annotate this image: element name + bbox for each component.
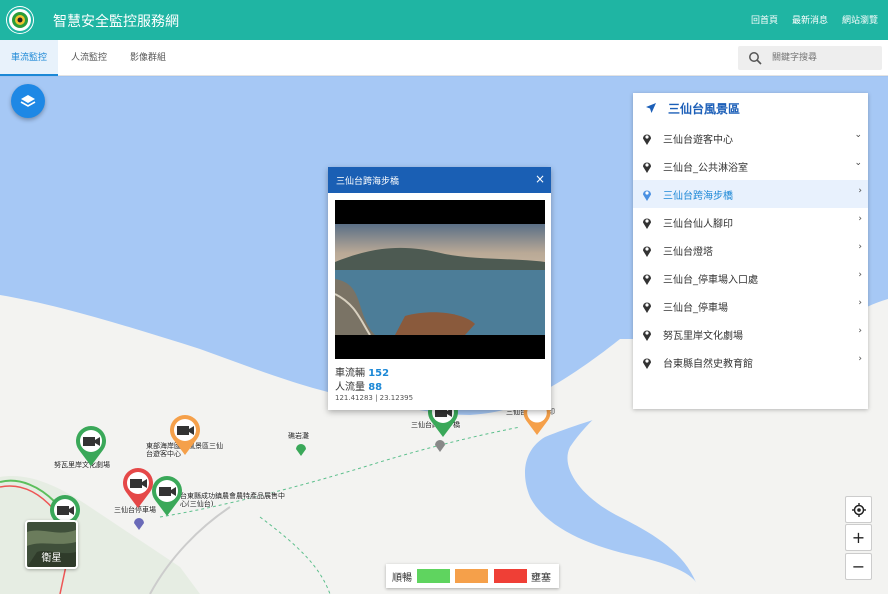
panel-list-item[interactable]: 三仙台_停車場 › (633, 292, 868, 320)
map-label-shi: 礁岩灘 (288, 432, 309, 440)
poi-pin-icon[interactable] (295, 442, 307, 456)
sitemap-link[interactable]: 網站瀏覽 (842, 13, 878, 26)
panel-list-item[interactable]: 三仙台跨海步橋 › (633, 180, 868, 208)
panel-list-item[interactable]: 三仙台遊客中心 ⌄ (633, 124, 868, 152)
vehicle-count: 車流輛 152 (335, 364, 389, 379)
search-box (738, 46, 882, 70)
locate-icon (851, 503, 866, 517)
popup-title: 三仙台跨海步橋 (336, 177, 400, 187)
people-count-value: 88 (368, 382, 383, 393)
chevron-icon[interactable]: › (858, 326, 862, 336)
legend-orange-swatch (455, 569, 488, 583)
location-panel: 三仙台風景區 三仙台遊客中心 ⌄ 三仙台_公共淋浴室 ⌄ 三仙台跨海步橋 › 三仙台仙人腳印… (633, 93, 868, 409)
search-input[interactable] (772, 49, 876, 67)
layers-button[interactable] (11, 84, 45, 118)
panel-item-label: 三仙台燈塔 (663, 247, 713, 258)
top-nav: 回首頁 最新消息 網站瀏覽 (751, 13, 878, 26)
locate-button[interactable] (845, 496, 872, 523)
camera-video[interactable] (335, 200, 545, 359)
panel-list-item[interactable]: 三仙台_停車場入口處 › (633, 264, 868, 292)
panel-item-label: 三仙台跨海步橋 (663, 191, 733, 202)
panel-list-item[interactable]: 三仙台仙人腳印 › (633, 208, 868, 236)
panel-item-label: 三仙台遊客中心 (663, 135, 733, 146)
panel-item-label: 三仙台_公共淋浴室 (663, 163, 748, 174)
zoom-in-button[interactable]: + (845, 524, 872, 551)
map-pin-icon (643, 218, 651, 229)
chevron-icon[interactable]: › (858, 354, 862, 364)
popup-header: 三仙台跨海步橋 × (328, 167, 551, 193)
map-label-nature: 台東縣成功鎮農會農特產品展售中心(三仙台) (180, 492, 285, 508)
news-link[interactable]: 最新消息 (792, 13, 828, 26)
panel-item-label: 努瓦里岸文化劇場 (663, 331, 743, 342)
chevron-icon[interactable]: › (858, 186, 862, 196)
app-logo[interactable] (6, 6, 34, 34)
legend-red-swatch (494, 569, 527, 583)
camera-marker-theatre[interactable] (72, 426, 110, 468)
camera-marker-visitor-center[interactable] (166, 415, 204, 457)
close-icon[interactable]: × (535, 172, 545, 186)
search-icon[interactable] (748, 51, 762, 65)
chevron-icon[interactable]: › (858, 214, 862, 224)
panel-list-item[interactable]: 台東縣自然史教育館 › (633, 348, 868, 376)
app-header: 智慧安全監控服務網 回首頁 最新消息 網站瀏覽 (0, 0, 888, 40)
app-title: 智慧安全監控服務網 (53, 14, 179, 30)
home-link[interactable]: 回首頁 (751, 13, 778, 26)
people-count: 人流量 88 (335, 378, 382, 393)
panel-list-item[interactable]: 努瓦里岸文化劇場 › (633, 320, 868, 348)
map-pin-icon (643, 358, 651, 369)
panel-item-label: 台東縣自然史教育館 (663, 359, 753, 370)
parking-pin-icon[interactable] (133, 516, 145, 530)
map-pin-icon (643, 190, 651, 201)
camera-marker-parking[interactable] (148, 476, 186, 518)
panel-item-label: 三仙台_停車場入口處 (663, 275, 758, 286)
tab-image-group[interactable]: 影像群組 (120, 40, 176, 76)
panel-list-item[interactable]: 三仙台燈塔 › (633, 236, 868, 264)
satellite-label: 衛星 (41, 553, 62, 564)
map-pin-icon (643, 330, 651, 341)
camera-popup: 三仙台跨海步橋 × 車流輛 152 人流量 88 121.41283 | 23.… (328, 167, 551, 410)
map-pin-icon (643, 134, 651, 145)
panel-list-item[interactable]: 三仙台_公共淋浴室 ⌄ (633, 152, 868, 180)
chevron-icon[interactable]: › (858, 270, 862, 280)
camera-feed-image (335, 224, 545, 335)
legend-smooth-label: 順暢 (392, 573, 412, 584)
legend-congested-label: 壅塞 (531, 573, 551, 584)
traffic-legend: 順暢 壅塞 (386, 564, 559, 588)
chevron-icon[interactable]: ⌄ (854, 130, 862, 140)
map-pin-icon (643, 162, 651, 173)
tab-people[interactable]: 人流監控 (62, 40, 116, 76)
eye-logo-icon (7, 7, 33, 33)
chevron-icon[interactable]: ⌄ (854, 158, 862, 168)
poi-pin-icon[interactable] (434, 438, 446, 452)
satellite-toggle[interactable]: 衛星 (25, 520, 78, 569)
layers-icon (20, 95, 36, 107)
panel-title: 三仙台風景區 (668, 102, 741, 116)
legend-green-swatch (417, 569, 450, 583)
popup-coordinates: 121.41283 | 23.12395 (335, 394, 414, 402)
zoom-out-button[interactable]: − (845, 553, 872, 580)
map-pin-icon (643, 302, 651, 313)
panel-item-label: 三仙台仙人腳印 (663, 219, 733, 230)
map-pin-icon (643, 246, 651, 257)
chevron-icon[interactable]: › (858, 298, 862, 308)
panel-item-label: 三仙台_停車場 (663, 303, 728, 314)
panel-header[interactable]: 三仙台風景區 (633, 93, 868, 123)
map-pin-icon (643, 274, 651, 285)
chevron-icon[interactable]: › (858, 242, 862, 252)
people-count-label: 人流量 (335, 382, 365, 393)
navigation-arrow-icon (646, 103, 656, 113)
tab-traffic[interactable]: 車流監控 (0, 40, 58, 76)
